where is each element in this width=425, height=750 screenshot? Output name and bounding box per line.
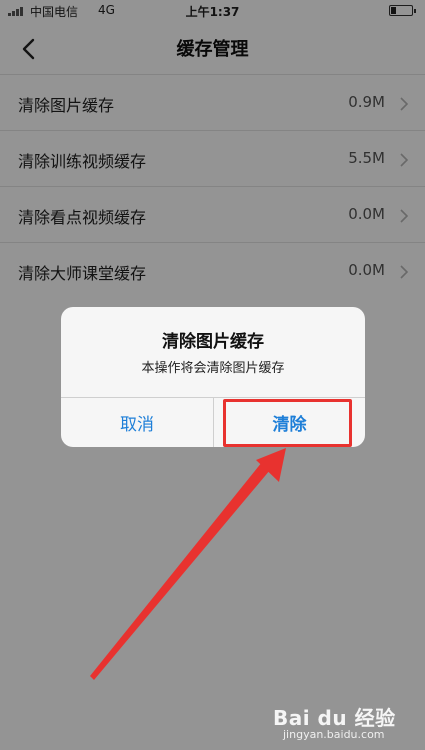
screen: 中国电信 4G 上午1:37 缓存管理 清除图片缓存 0.9M 清除训练视频缓存… <box>0 0 425 750</box>
watermark-url: jingyan.baidu.com <box>283 728 385 741</box>
annotation-arrow-icon <box>90 448 286 680</box>
watermark-logo: Bai du 经验 <box>273 706 396 730</box>
watermark: Bai du 经验 jingyan.baidu.com <box>273 702 413 742</box>
